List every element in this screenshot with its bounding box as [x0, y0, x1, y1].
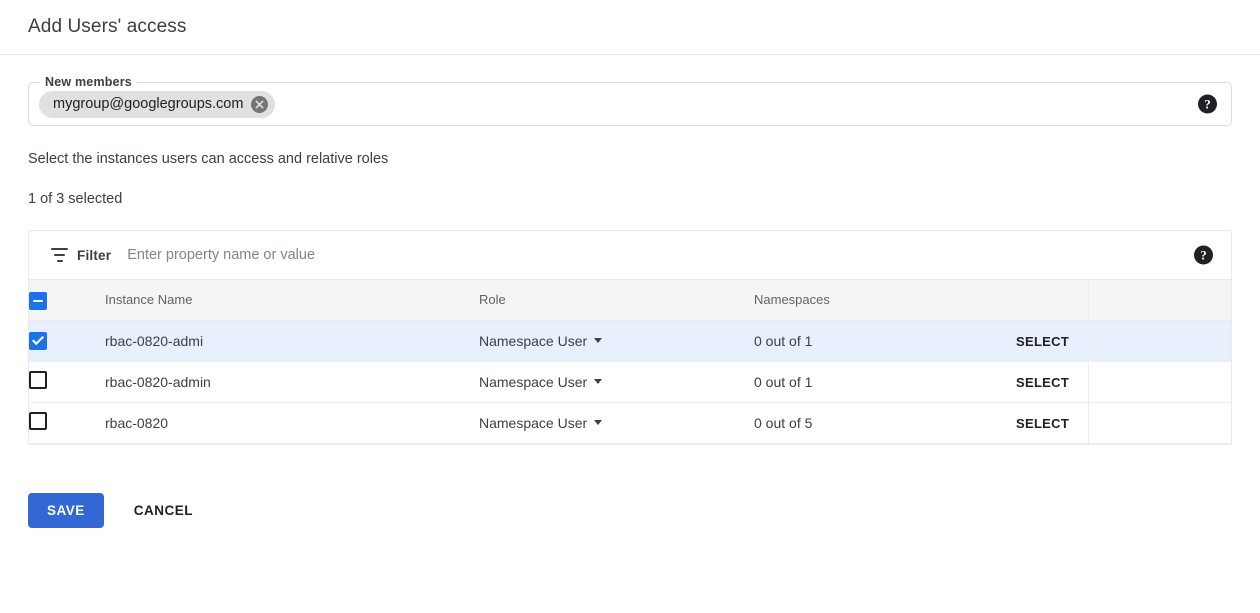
- role-dropdown-value: Namespace User: [479, 415, 587, 431]
- filter-input[interactable]: [127, 247, 1217, 263]
- member-chip[interactable]: mygroup@googlegroups.com: [39, 91, 275, 118]
- help-icon[interactable]: ?: [1194, 246, 1213, 265]
- save-button[interactable]: SAVE: [28, 493, 104, 528]
- page-title: Add Users' access: [28, 16, 186, 38]
- new-members-field[interactable]: New members mygroup@googlegroups.com ?: [28, 82, 1232, 126]
- select-namespaces-button[interactable]: SELECT: [1016, 334, 1069, 349]
- cell-role: Namespace User: [479, 361, 754, 402]
- row-checkbox[interactable]: [29, 332, 47, 350]
- cell-instance-name: rbac-0820: [105, 402, 479, 443]
- table-row[interactable]: rbac-0820-admin Namespace User 0 out of …: [29, 361, 1231, 402]
- filter-icon[interactable]: [51, 248, 68, 262]
- page-header: Add Users' access: [0, 0, 1260, 55]
- cell-select-action: SELECT: [1016, 402, 1088, 443]
- role-dropdown[interactable]: Namespace User: [479, 374, 602, 390]
- row-checkbox[interactable]: [29, 371, 47, 389]
- cell-namespaces: 0 out of 5: [754, 402, 1016, 443]
- column-header-instance-name: Instance Name: [105, 280, 479, 320]
- footer-actions: SAVE CANCEL: [28, 493, 1232, 528]
- cell-role: Namespace User: [479, 320, 754, 361]
- select-namespaces-button[interactable]: SELECT: [1016, 416, 1069, 431]
- row-checkbox-cell: [29, 361, 105, 402]
- table-header-select-all-cell: [29, 280, 105, 320]
- cell-namespaces: 0 out of 1: [754, 361, 1016, 402]
- new-members-section: New members mygroup@googlegroups.com ?: [28, 82, 1232, 126]
- cell-role: Namespace User: [479, 402, 754, 443]
- help-icon[interactable]: ?: [1198, 95, 1217, 114]
- column-header-action: [1016, 280, 1088, 320]
- select-all-checkbox[interactable]: [29, 292, 47, 310]
- role-dropdown[interactable]: Namespace User: [479, 333, 602, 349]
- cancel-button[interactable]: CANCEL: [126, 493, 201, 528]
- member-chip-label: mygroup@googlegroups.com: [53, 96, 243, 112]
- instruction-text: Select the instances users can access an…: [28, 151, 1232, 167]
- cell-instance-name: rbac-0820-admin: [105, 361, 479, 402]
- cell-spacer: [1088, 361, 1231, 402]
- chevron-down-icon: [594, 338, 602, 343]
- instances-table-card: Filter ? Instance Name Role Namespaces: [28, 230, 1232, 445]
- chevron-down-icon: [594, 420, 602, 425]
- cell-instance-name: rbac-0820-admi: [105, 320, 479, 361]
- role-dropdown[interactable]: Namespace User: [479, 415, 602, 431]
- select-namespaces-button[interactable]: SELECT: [1016, 375, 1069, 390]
- table-header: Instance Name Role Namespaces: [29, 280, 1231, 320]
- instances-table: Instance Name Role Namespaces rbac-0820-…: [29, 280, 1231, 444]
- table-header-row: Instance Name Role Namespaces: [29, 280, 1231, 320]
- table-row[interactable]: rbac-0820 Namespace User 0 out of 5 SELE…: [29, 402, 1231, 443]
- selected-count-text: 1 of 3 selected: [28, 191, 1232, 207]
- filter-bar: Filter ?: [29, 231, 1231, 280]
- cell-spacer: [1088, 402, 1231, 443]
- cell-spacer: [1088, 320, 1231, 361]
- role-dropdown-value: Namespace User: [479, 374, 587, 390]
- filter-label: Filter: [77, 248, 111, 263]
- chevron-down-icon: [594, 379, 602, 384]
- cell-select-action: SELECT: [1016, 320, 1088, 361]
- column-header-role: Role: [479, 280, 754, 320]
- close-circle-icon[interactable]: [251, 96, 268, 113]
- table-row[interactable]: rbac-0820-admi Namespace User 0 out of 1…: [29, 320, 1231, 361]
- table-body: rbac-0820-admi Namespace User 0 out of 1…: [29, 320, 1231, 443]
- row-checkbox[interactable]: [29, 412, 47, 430]
- row-checkbox-cell: [29, 402, 105, 443]
- cell-select-action: SELECT: [1016, 361, 1088, 402]
- new-members-label: New members: [40, 75, 137, 89]
- column-header-spacer: [1088, 280, 1231, 320]
- role-dropdown-value: Namespace User: [479, 333, 587, 349]
- column-header-namespaces: Namespaces: [754, 280, 1016, 320]
- cell-namespaces: 0 out of 1: [754, 320, 1016, 361]
- row-checkbox-cell: [29, 320, 105, 361]
